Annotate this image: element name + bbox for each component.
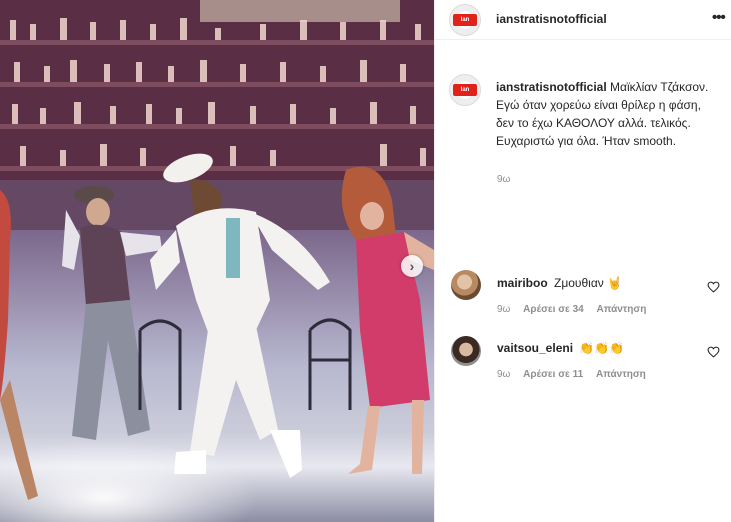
author-avatar[interactable]: Ian <box>449 4 481 36</box>
caption-timestamp[interactable]: 9ω <box>497 174 510 185</box>
panel-divider <box>434 0 435 522</box>
dancer-figures <box>0 153 434 500</box>
avatar-logo: Ian <box>453 14 477 26</box>
author-username[interactable]: ianstratisnotofficial <box>496 12 607 26</box>
comment-row: vaitsou_eleni 👏👏👏 <box>497 341 624 355</box>
chevron-right-icon: › <box>409 258 415 274</box>
caption-username[interactable]: ianstratisnotofficial <box>496 80 607 94</box>
comment-text: 👏👏👏 <box>579 341 625 355</box>
comment-username[interactable]: mairiboo <box>497 276 548 290</box>
next-slide-button[interactable]: › <box>401 255 423 277</box>
comment-text: Ζμουθιαν 🤘 <box>554 276 623 290</box>
reply-button[interactable]: Απάντηση <box>596 369 646 380</box>
avatar-logo: Ian <box>453 84 477 96</box>
comment-likes[interactable]: Αρέσει σε 11 <box>523 369 583 380</box>
comment-avatar[interactable] <box>451 270 481 300</box>
post-caption: ianstratisnotofficial Μαϊκλίαν Τζάκσον. … <box>496 78 721 150</box>
comment-meta: 9ω Αρέσει σε 11 Απάντηση <box>497 369 656 380</box>
comment-time[interactable]: 9ω <box>497 369 510 380</box>
comment-meta: 9ω Αρέσει σε 34 Απάντηση <box>497 304 656 315</box>
heart-icon[interactable] <box>707 281 720 293</box>
comment-row: mairiboo Ζμουθιαν 🤘 <box>497 276 622 290</box>
reply-button[interactable]: Απάντηση <box>597 304 647 315</box>
comment-avatar[interactable] <box>451 336 481 366</box>
comment-time[interactable]: 9ω <box>497 304 510 315</box>
post-image[interactable]: › <box>0 0 434 522</box>
more-horizontal-icon[interactable]: ••• <box>712 10 726 26</box>
caption-avatar[interactable]: Ian <box>449 74 481 106</box>
comment-username[interactable]: vaitsou_eleni <box>497 341 573 355</box>
heart-icon[interactable] <box>707 346 720 358</box>
comment-likes[interactable]: Αρέσει σε 34 <box>523 304 584 315</box>
